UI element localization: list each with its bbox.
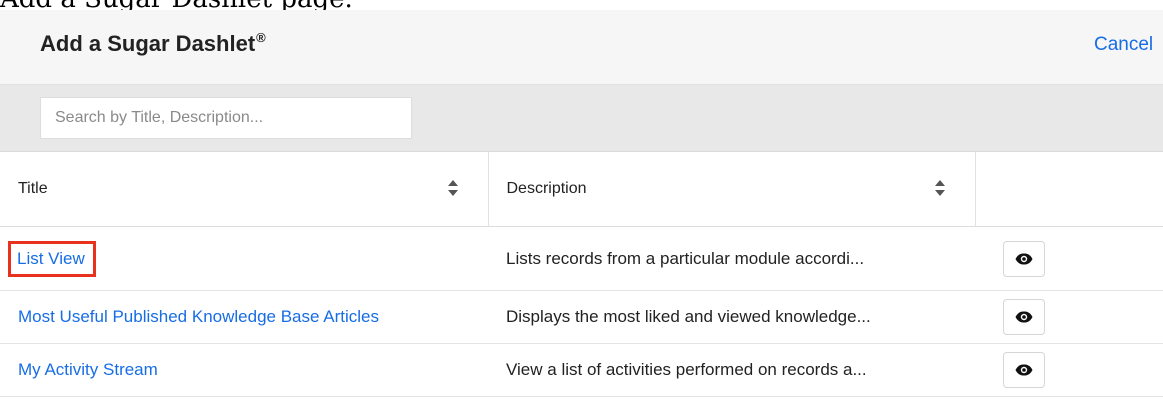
dashlet-list-table: Title Description List View Lists record bbox=[0, 152, 1163, 397]
sort-icon[interactable] bbox=[447, 180, 458, 196]
column-header-description-label: Description bbox=[506, 180, 587, 197]
eye-icon bbox=[1015, 364, 1033, 376]
column-header-description[interactable]: Description bbox=[488, 152, 976, 227]
table-header-row: Title Description bbox=[0, 152, 1163, 227]
page-title-text: Add a Sugar Dashlet bbox=[40, 31, 256, 56]
page-title: Add a Sugar Dashlet® bbox=[40, 30, 266, 57]
column-header-title-label: Title bbox=[18, 180, 48, 197]
sort-icon[interactable] bbox=[934, 180, 945, 196]
description-cell: Lists records from a particular module a… bbox=[488, 226, 975, 291]
dashlet-title-link[interactable]: List View bbox=[17, 249, 85, 268]
actions-cell bbox=[975, 290, 1163, 344]
preview-button[interactable] bbox=[1003, 352, 1045, 388]
table-row: My Activity Stream View a list of activi… bbox=[0, 343, 1163, 397]
title-cell: Most Useful Published Knowledge Base Art… bbox=[0, 290, 488, 344]
actions-cell bbox=[975, 226, 1163, 291]
eye-icon bbox=[1015, 253, 1033, 264]
cancel-button[interactable]: Cancel bbox=[1094, 34, 1153, 56]
column-header-title[interactable]: Title bbox=[0, 152, 489, 227]
actions-cell bbox=[975, 343, 1163, 397]
column-header-actions bbox=[975, 152, 1163, 227]
search-input[interactable] bbox=[40, 97, 412, 139]
preview-button[interactable] bbox=[1003, 299, 1045, 335]
title-cell: List View bbox=[0, 226, 488, 291]
title-cell: My Activity Stream bbox=[0, 343, 488, 397]
filter-bar bbox=[0, 85, 1163, 152]
highlight-box: List View bbox=[8, 240, 96, 277]
preview-button[interactable] bbox=[1003, 240, 1045, 277]
registered-mark: ® bbox=[256, 30, 266, 45]
dashlet-title-link[interactable]: Most Useful Published Knowledge Base Art… bbox=[18, 307, 379, 326]
table-row: List View Lists records from a particula… bbox=[0, 226, 1163, 291]
dashlet-title-link[interactable]: My Activity Stream bbox=[18, 360, 158, 379]
table-row: Most Useful Published Knowledge Base Art… bbox=[0, 290, 1163, 344]
description-cell: Displays the most liked and viewed knowl… bbox=[488, 290, 975, 344]
eye-icon bbox=[1015, 311, 1033, 323]
description-cell: View a list of activities performed on r… bbox=[488, 343, 975, 397]
dashlet-header: Add a Sugar Dashlet® Cancel bbox=[0, 10, 1163, 85]
